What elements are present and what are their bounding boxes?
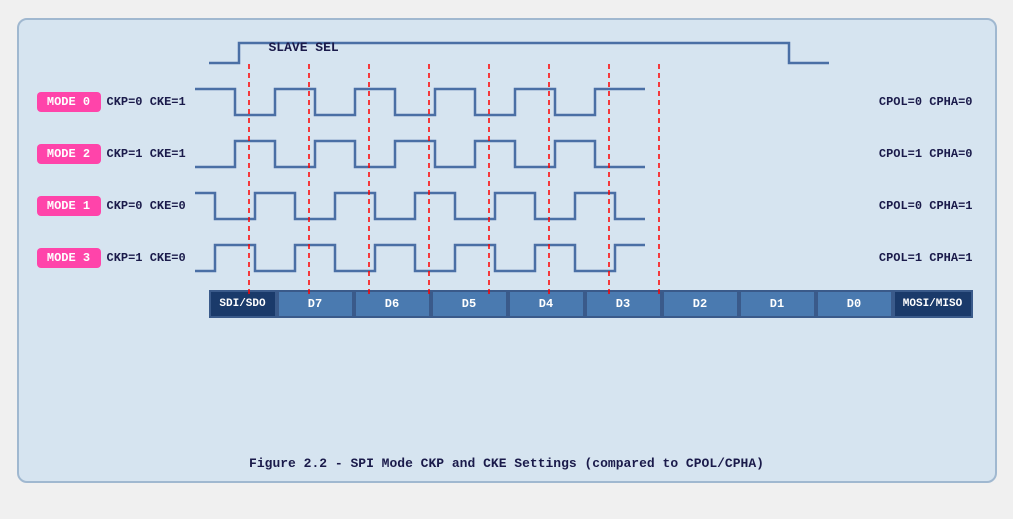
mode0-cpol: CPOL=0 CPHA=0 (879, 95, 977, 109)
mode2-cpol: CPOL=1 CPHA=0 (879, 147, 977, 161)
mode1-cpol: CPOL=0 CPHA=1 (879, 199, 977, 213)
mode3-waveform (195, 233, 685, 283)
data-cell-d5: D5 (431, 290, 508, 318)
data-cell-sdi-sdo: SDI/SDO (209, 290, 277, 318)
mode2-ckp: CKP=1 CKE=1 (107, 147, 195, 161)
mode2-label: MODE 2 (37, 144, 101, 164)
slave-sel-label: SLAVE SEL (269, 40, 359, 55)
diagram-container: SLAVE SEL MODE 0 CKP=0 CKE=1 CPOL=0 CPHA… (17, 18, 997, 483)
mode3-ckp: CKP=1 CKE=0 (107, 251, 195, 265)
diagram-area: SLAVE SEL MODE 0 CKP=0 CKE=1 CPOL=0 CPHA… (37, 34, 977, 450)
mode1-ckp: CKP=0 CKE=0 (107, 199, 195, 213)
mode2-waveform (195, 129, 685, 179)
slave-row: SLAVE SEL (37, 34, 977, 72)
mode0-waveform (195, 77, 685, 127)
mode0-row: MODE 0 CKP=0 CKE=1 CPOL=0 CPHA=0 (37, 76, 977, 128)
data-cell-mosi-miso: MOSI/MISO (893, 290, 973, 318)
data-cell-d1: D1 (739, 290, 816, 318)
mode1-label: MODE 1 (37, 196, 101, 216)
mode3-row: MODE 3 CKP=1 CKE=0 CPOL=1 CPHA=1 (37, 232, 977, 284)
mode0-label: MODE 0 (37, 92, 101, 112)
data-cell-d7: D7 (277, 290, 354, 318)
figure-caption: Figure 2.2 - SPI Mode CKP and CKE Settin… (37, 456, 977, 471)
data-bus: SDI/SDO D7 D6 D5 D4 D3 D2 D1 D0 MOSI/MIS… (209, 290, 973, 318)
data-cell-d0: D0 (816, 290, 893, 318)
mode1-row: MODE 1 CKP=0 CKE=0 CPOL=0 CPHA=1 (37, 180, 977, 232)
data-cell-d3: D3 (585, 290, 662, 318)
mode3-cpol: CPOL=1 CPHA=1 (879, 251, 977, 265)
data-cell-d4: D4 (508, 290, 585, 318)
mode1-waveform (195, 181, 685, 231)
mode2-row: MODE 2 CKP=1 CKE=1 CPOL=1 CPHA=0 (37, 128, 977, 180)
data-bus-row: SDI/SDO D7 D6 D5 D4 D3 D2 D1 D0 MOSI/MIS… (37, 288, 977, 320)
mode0-ckp: CKP=0 CKE=1 (107, 95, 195, 109)
data-cell-d6: D6 (354, 290, 431, 318)
data-cell-d2: D2 (662, 290, 739, 318)
mode3-label: MODE 3 (37, 248, 101, 268)
